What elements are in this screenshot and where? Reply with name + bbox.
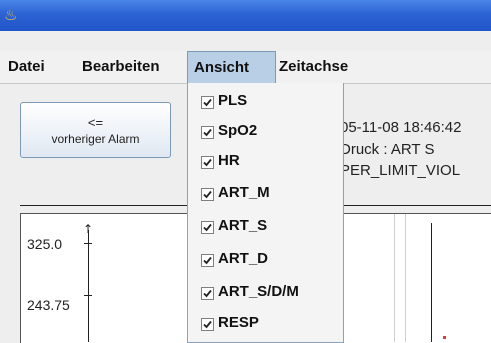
alarm-timestamp: 05-11-08 18:46:42 — [340, 119, 462, 136]
checkbox-checked-icon[interactable] — [201, 318, 214, 331]
menu-item-art-sdm[interactable]: ART_S/D/M — [188, 278, 343, 308]
menubar: Datei Bearbeiten Ansicht Zeitachse — [0, 51, 491, 84]
menu-item-art-d[interactable]: ART_D — [188, 245, 343, 275]
menu-item-label: SpO2 — [218, 122, 258, 139]
menu-item-label: ART_D — [218, 250, 269, 267]
menu-item-spo2[interactable]: SpO2 — [188, 117, 343, 147]
menu-item-art-m[interactable]: ART_M — [188, 179, 343, 209]
menu-item-label: HR — [218, 152, 240, 169]
previous-arrow-label: <= — [87, 115, 104, 130]
window-titlebar: ♨ — [0, 0, 491, 31]
plot-gridline — [394, 214, 395, 342]
plot-gridline — [405, 214, 406, 342]
menu-zeitachse[interactable]: Zeitachse — [273, 51, 354, 83]
ansicht-dropdown: PLS SpO2 HR ART_M ART_S ART_D ART_S/D/M … — [187, 83, 344, 343]
menu-datei[interactable]: Datei — [2, 51, 51, 83]
menu-item-label: ART_S — [218, 217, 268, 234]
previous-alarm-button[interactable]: <= vorheriger Alarm — [20, 102, 171, 158]
checkbox-checked-icon[interactable] — [201, 221, 214, 234]
menu-bearbeiten[interactable]: Bearbeiten — [76, 51, 166, 83]
menu-item-label: PLS — [218, 92, 248, 109]
plot-cursor-line — [431, 223, 432, 342]
y-axis-tick — [84, 243, 92, 244]
checkbox-checked-icon[interactable] — [201, 254, 214, 267]
alarm-type: PER_LIMIT_VIOL — [340, 162, 461, 179]
menu-item-label: RESP — [218, 314, 259, 331]
y-tick-label: 325.0 — [27, 236, 63, 252]
checkbox-checked-icon[interactable] — [201, 96, 214, 109]
alarm-parameter: Druck : ART S — [340, 141, 435, 158]
y-tick-label: 243.75 — [27, 297, 70, 313]
menu-item-art-s[interactable]: ART_S — [188, 212, 343, 242]
checkbox-checked-icon[interactable] — [201, 188, 214, 201]
menu-item-pls[interactable]: PLS — [188, 87, 343, 117]
menu-item-hr[interactable]: HR — [188, 147, 343, 177]
checkbox-checked-icon[interactable] — [201, 126, 214, 139]
y-axis-tick — [84, 295, 92, 296]
previous-alarm-label: vorheriger Alarm — [51, 132, 140, 146]
menu-item-resp[interactable]: RESP — [188, 309, 343, 339]
checkbox-checked-icon[interactable] — [201, 287, 214, 300]
checkbox-checked-icon[interactable] — [201, 156, 214, 169]
menu-item-label: ART_S/D/M — [218, 283, 299, 300]
menu-item-label: ART_M — [218, 184, 270, 201]
menu-ansicht[interactable]: Ansicht — [187, 51, 276, 83]
java-coffee-icon[interactable]: ♨ — [4, 6, 22, 24]
signal-marker — [443, 336, 446, 339]
y-axis — [88, 230, 89, 342]
